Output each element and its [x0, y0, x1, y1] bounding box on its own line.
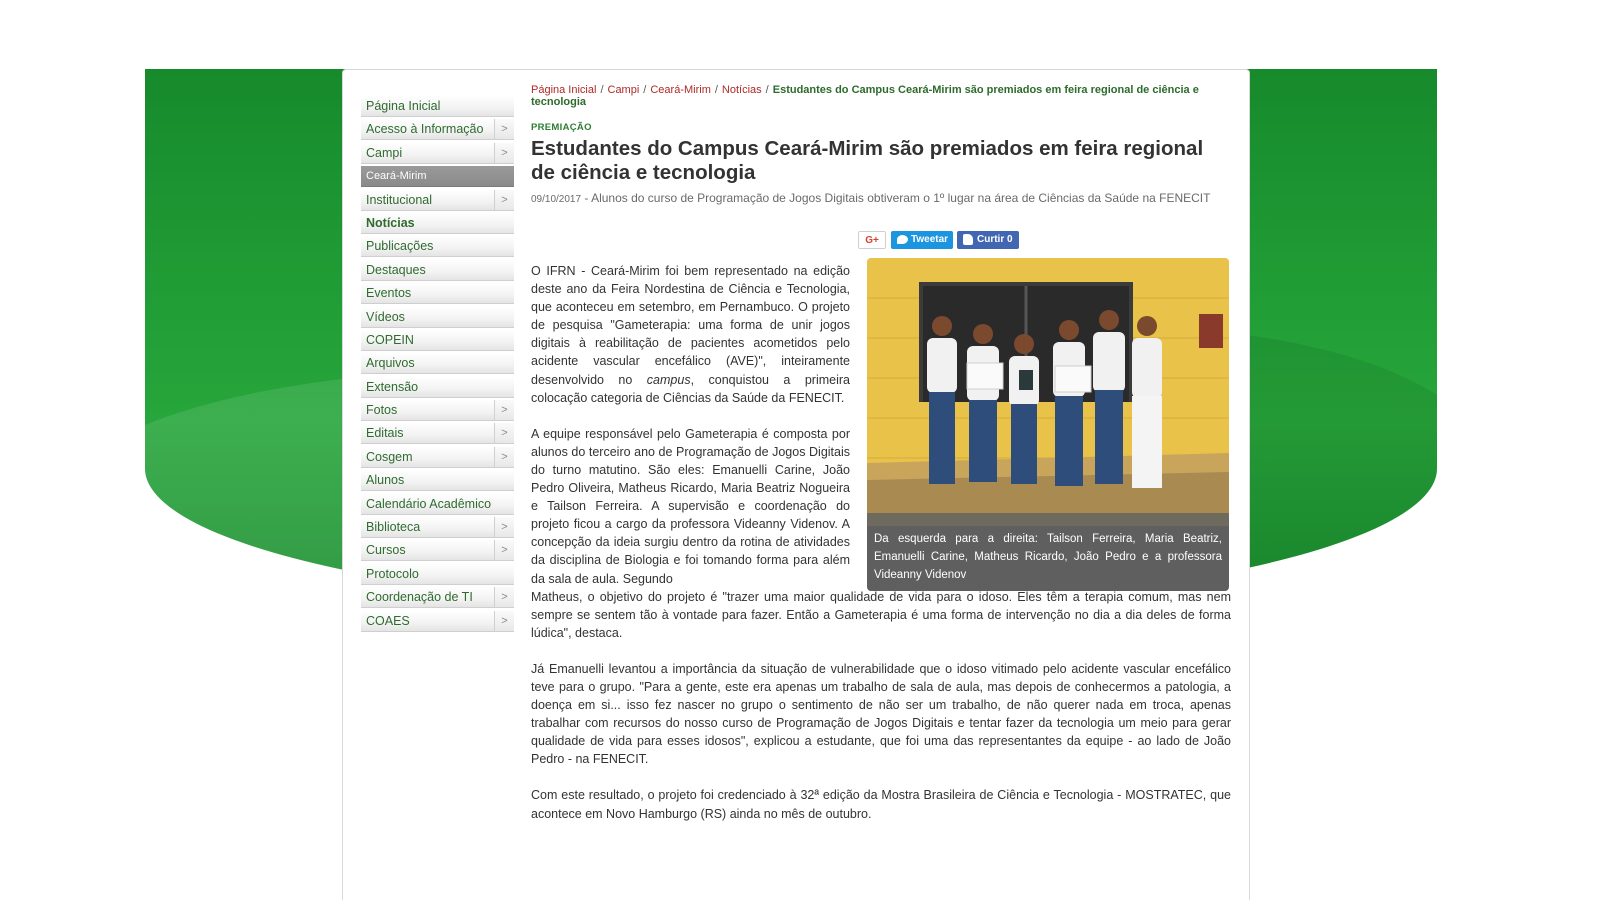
sidebar-item-label: Acesso à Informação: [366, 122, 484, 137]
breadcrumb-separator: /: [643, 84, 647, 96]
chevron-right-icon[interactable]: >: [494, 540, 514, 561]
chevron-right-icon[interactable]: >: [494, 423, 514, 444]
sidebar-item-label: Alunos: [366, 473, 405, 488]
tweet-button[interactable]: Tweetar: [891, 231, 953, 249]
sidebar-item-label: Protocolo: [366, 566, 419, 581]
article-date: 09/10/2017: [531, 194, 582, 205]
sidebar-item-label: Extensão: [366, 379, 419, 394]
article-paragraph: Com este resultado, o projeto foi creden…: [531, 788, 1231, 821]
article-photo: Da esquerda para a direita: Tailson Ferr…: [867, 258, 1229, 591]
sidebar-item-editais[interactable]: Editais >: [361, 423, 514, 445]
sidebar-item-cosgem[interactable]: Cosgem >: [361, 446, 514, 468]
chevron-right-icon[interactable]: >: [494, 610, 514, 631]
sidebar-item-label: Biblioteca: [366, 520, 421, 535]
photo-caption: Da esquerda para a direita: Tailson Ferr…: [867, 526, 1229, 591]
sidebar-item-label: COAES: [366, 613, 410, 628]
chevron-right-icon[interactable]: >: [494, 400, 514, 421]
sidebar-item-coaes[interactable]: COAES >: [361, 610, 514, 632]
tweet-label: Tweetar: [911, 234, 949, 245]
breadcrumb-home[interactable]: Página Inicial: [531, 84, 596, 96]
sidebar-item-calendario-academico[interactable]: Calendário Acadêmico: [361, 493, 514, 515]
sidebar-item-noticias[interactable]: Notícias: [361, 212, 514, 234]
sidebar-item-label: Eventos: [366, 286, 412, 301]
sidebar-item-institucional[interactable]: Institucional >: [361, 189, 514, 211]
article-title: Estudantes do Campus Ceará-Mirim são pre…: [531, 137, 1204, 184]
twitter-bird-icon: [897, 235, 908, 244]
breadcrumb-ceara-mirim[interactable]: Ceará-Mirim: [650, 84, 711, 96]
sidebar-item-label: Editais: [366, 426, 404, 441]
group-photo-image: [867, 258, 1229, 526]
article-summary-line: 09/10/2017 - Alunos do curso de Programa…: [531, 191, 1231, 205]
sidebar-item-eventos[interactable]: Eventos: [361, 283, 514, 305]
sidebar-menu: Página Inicial Acesso à Informação > Campi >…: [361, 96, 514, 634]
sidebar-item-videos[interactable]: Vídeos: [361, 306, 514, 328]
sidebar-item-label: Institucional: [366, 192, 433, 207]
google-plus-share-button[interactable]: G+: [858, 231, 886, 249]
sidebar-item-label: Vídeos: [366, 309, 405, 324]
chevron-right-icon[interactable]: >: [494, 189, 514, 210]
chevron-right-icon[interactable]: >: [494, 142, 514, 163]
breadcrumb-separator: /: [600, 84, 604, 96]
breadcrumb-campi[interactable]: Campi: [608, 84, 640, 96]
sidebar-item-biblioteca[interactable]: Biblioteca >: [361, 517, 514, 539]
sidebar-item-protocolo[interactable]: Protocolo: [361, 563, 514, 585]
chevron-right-icon[interactable]: >: [494, 119, 514, 140]
sidebar-item-arquivos[interactable]: Arquivos: [361, 353, 514, 375]
sidebar-item-acesso-a-informacao[interactable]: Acesso à Informação >: [361, 119, 514, 141]
sidebar-item-label: Cosgem: [366, 449, 413, 464]
breadcrumb-separator: /: [765, 84, 769, 96]
sidebar-item-extensao[interactable]: Extensão: [361, 376, 514, 398]
sidebar-item-label: Calendário Acadêmico: [366, 496, 492, 511]
sidebar-item-label: Coordenação de TI: [366, 590, 473, 605]
sidebar-item-fotos[interactable]: Fotos >: [361, 400, 514, 422]
sidebar-item-label: Notícias: [366, 215, 415, 230]
sidebar-item-label: Fotos: [366, 403, 398, 418]
article-summary: - Alunos do curso de Programação de Jogo…: [581, 191, 1211, 205]
sidebar-item-publicacoes[interactable]: Publicações: [361, 236, 514, 258]
chevron-right-icon[interactable]: >: [494, 446, 514, 467]
sidebar-item-label: Arquivos: [366, 356, 415, 371]
sidebar-item-label: COPEIN: [366, 332, 414, 347]
sidebar-item-label: Página Inicial: [366, 99, 441, 113]
sidebar-item-campi[interactable]: Campi >: [361, 142, 514, 164]
sidebar-item-label: Campi: [366, 145, 403, 160]
article-paragraph: Já Emanuelli levantou a importância da s…: [531, 661, 1231, 767]
thumbs-up-icon: [963, 234, 973, 245]
sidebar-item-ceara-mirim[interactable]: Ceará-Mirim: [361, 166, 514, 188]
sidebar-item-label: Destaques: [366, 262, 426, 277]
sidebar-item-alunos[interactable]: Alunos: [361, 470, 514, 492]
content-panel: Página Inicial Acesso à Informação > Campi >…: [342, 69, 1250, 900]
sidebar-item-copein[interactable]: COPEIN: [361, 329, 514, 351]
sidebar-item-cursos[interactable]: Cursos >: [361, 540, 514, 562]
article-category: PREMIAÇÃO: [531, 122, 592, 133]
breadcrumb-noticias[interactable]: Notícias: [722, 84, 762, 96]
chevron-right-icon[interactable]: >: [494, 587, 514, 608]
sidebar-item-label: Publicações: [366, 239, 434, 254]
chevron-right-icon[interactable]: >: [494, 517, 514, 538]
article-paragraph: O IFRN - Ceará-Mirim foi bem representad…: [531, 264, 850, 405]
sidebar-item-destaques[interactable]: Destaques: [361, 259, 514, 281]
sidebar-item-label: Cursos: [366, 543, 406, 558]
breadcrumb-separator: /: [714, 84, 718, 96]
like-label: Curtir 0: [977, 234, 1013, 245]
page: Página Inicial Acesso à Informação > Campi >…: [0, 0, 1600, 900]
facebook-like-button[interactable]: Curtir 0: [957, 231, 1019, 249]
sidebar-item-pagina-inicial[interactable]: Página Inicial: [361, 96, 514, 117]
sidebar-item-label: Ceará-Mirim: [366, 170, 427, 183]
sidebar-item-coordenacao-de-ti[interactable]: Coordenação de TI >: [361, 587, 514, 609]
breadcrumb: Página Inicial / Campi / Ceará-Mirim / Notícia…: [531, 84, 1231, 108]
article-main: Página Inicial / Campi / Ceará-Mirim / Notícia…: [531, 84, 1231, 821]
